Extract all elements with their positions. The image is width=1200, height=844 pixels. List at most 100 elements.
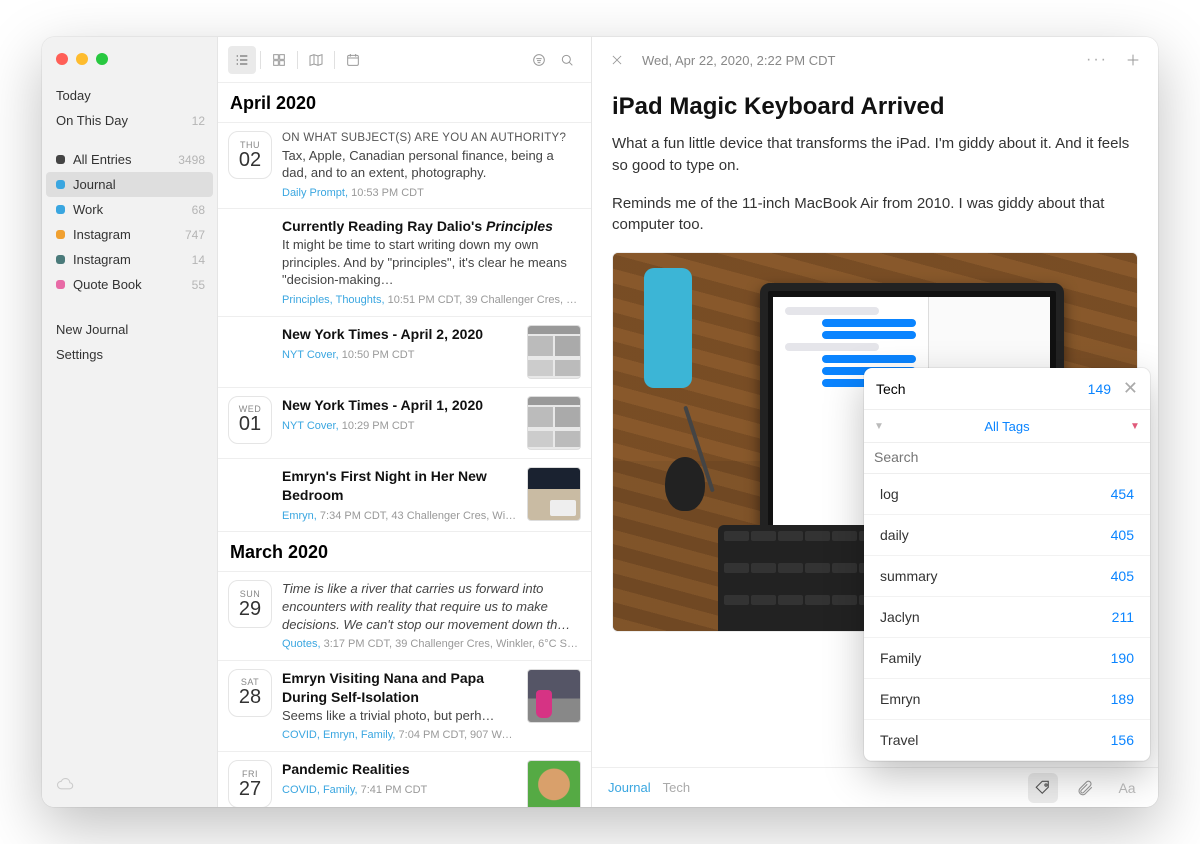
- entry-meta: NYT Cover, 10:50 PM CDT: [282, 348, 517, 363]
- text-style-button[interactable]: Aa: [1112, 773, 1142, 803]
- sidebar-journal-item[interactable]: Instagram747: [42, 222, 217, 247]
- entry-row[interactable]: SAT28Emryn Visiting Nana and Papa During…: [218, 661, 591, 752]
- entry-meta: COVID, Family, 7:41 PM CDT: [282, 783, 517, 798]
- journal-count: 747: [185, 228, 205, 242]
- entry-row[interactable]: Currently Reading Ray Dalio's Principles…: [218, 209, 591, 316]
- view-grid-button[interactable]: [265, 46, 293, 74]
- journal-color-icon: [56, 205, 65, 214]
- entry-preview-text: Seems like a trivial photo, but perh…: [282, 707, 517, 725]
- view-list-button[interactable]: [228, 46, 256, 74]
- entry-preview-text: Time is like a river that carries us for…: [282, 580, 581, 633]
- tag-search: [864, 443, 1150, 474]
- entry-thumbnail: [527, 760, 581, 807]
- search-button[interactable]: [553, 46, 581, 74]
- entry-meta: Quotes, 3:17 PM CDT, 39 Challenger Cres,…: [282, 637, 581, 652]
- popover-tabs: ▼ All Tags ▼: [864, 409, 1150, 443]
- entry-title: New York Times - April 1, 2020: [282, 396, 517, 415]
- entry-thumbnail: [527, 467, 581, 521]
- entry-thumbnail: [527, 669, 581, 723]
- sidebar-journal-item[interactable]: Quote Book55: [42, 272, 217, 297]
- journal-name: Instagram: [73, 252, 131, 267]
- entry-paragraph: Reminds me of the 11-inch MacBook Air fr…: [612, 193, 1138, 237]
- tag-name: Family: [880, 650, 921, 666]
- new-entry-button[interactable]: [1122, 49, 1144, 71]
- tag-name: daily: [880, 527, 909, 543]
- tag-row[interactable]: log454: [864, 474, 1150, 515]
- tag-count: 189: [1111, 691, 1134, 707]
- entry-row[interactable]: Emryn's First Night in Her New BedroomEm…: [218, 459, 591, 533]
- entry-row[interactable]: THU02ON WHAT SUBJECT(S) ARE YOU AN AUTHO…: [218, 123, 591, 209]
- sidebar-journal-item[interactable]: All Entries 3498: [42, 147, 217, 172]
- entry-meta: Principles, Thoughts, 10:51 PM CDT, 39 C…: [282, 293, 581, 308]
- entry-row[interactable]: New York Times - April 2, 2020NYT Cover,…: [218, 317, 591, 388]
- sidebar-journal-item[interactable]: Journal: [46, 172, 213, 197]
- tag-name: Jaclyn: [880, 609, 920, 625]
- entry-date-badge: WED01: [228, 396, 272, 444]
- journal-color-icon: [56, 155, 65, 164]
- sidebar-on-this-day[interactable]: On This Day 12: [42, 108, 217, 133]
- journal-count: 55: [192, 278, 205, 292]
- tag-row[interactable]: daily 405: [864, 515, 1150, 556]
- sidebar-today-label: Today: [56, 88, 91, 103]
- settings-button[interactable]: Settings: [42, 342, 217, 367]
- month-header: March 2020: [218, 532, 591, 572]
- entry-row[interactable]: FRI27Pandemic RealitiesCOVID, Family, 7:…: [218, 752, 591, 807]
- sidebar-on-this-day-label: On This Day: [56, 113, 128, 128]
- close-window-button[interactable]: [56, 53, 68, 65]
- entry-meta: Emryn, 7:34 PM CDT, 43 Challenger Cres, …: [282, 509, 517, 524]
- tag-count: 156: [1111, 732, 1134, 748]
- tag-count: 454: [1111, 486, 1134, 502]
- entry-meta: COVID, Emryn, Family, 7:04 PM CDT, 907 W…: [282, 728, 517, 743]
- new-journal-label: New Journal: [56, 322, 128, 337]
- sync-status-icon: [42, 766, 217, 807]
- entry-footer: Journal Tech Aa: [592, 767, 1158, 807]
- new-journal-button[interactable]: New Journal: [42, 317, 217, 342]
- sidebar-journal-item[interactable]: Instagram14: [42, 247, 217, 272]
- tag-button[interactable]: [1028, 773, 1058, 803]
- tag-row[interactable]: summary405: [864, 556, 1150, 597]
- entry-thumbnail: [527, 396, 581, 450]
- next-tab-arrow-icon[interactable]: ▼: [1120, 421, 1150, 432]
- tag-row[interactable]: Travel156: [864, 720, 1150, 761]
- filter-button[interactable]: [525, 46, 553, 74]
- close-entry-button[interactable]: [606, 49, 628, 71]
- minimize-window-button[interactable]: [76, 53, 88, 65]
- entry-preview-text: Tax, Apple, Canadian personal finance, b…: [282, 147, 581, 182]
- tag-row[interactable]: Emryn189: [864, 679, 1150, 720]
- footer-journal-link[interactable]: Journal: [608, 780, 651, 795]
- entry-list[interactable]: April 2020 THU02ON WHAT SUBJECT(S) ARE Y…: [218, 83, 591, 807]
- journal-name: All Entries: [73, 152, 132, 167]
- view-map-button[interactable]: [302, 46, 330, 74]
- entry-list-pane: April 2020 THU02ON WHAT SUBJECT(S) ARE Y…: [218, 37, 592, 807]
- view-calendar-button[interactable]: [339, 46, 367, 74]
- tag-count: 405: [1111, 527, 1134, 543]
- entry-row[interactable]: SUN29Time is like a river that carries u…: [218, 572, 591, 660]
- entry-meta: NYT Cover, 10:29 PM CDT: [282, 419, 517, 434]
- entry-paragraph: What a fun little device that transforms…: [612, 133, 1138, 177]
- all-tags-tab[interactable]: All Tags: [894, 419, 1120, 434]
- sidebar-today[interactable]: Today: [42, 83, 217, 108]
- tag-row[interactable]: Family190: [864, 638, 1150, 679]
- entry-row[interactable]: WED01 New York Times - April 1, 2020 NYT C…: [218, 388, 591, 459]
- remove-tag-button[interactable]: ✕: [1123, 378, 1138, 398]
- entry-date-badge: SAT28: [228, 669, 272, 717]
- tag-search-input[interactable]: [874, 449, 1140, 465]
- prev-tab-arrow-icon[interactable]: ▼: [864, 421, 894, 432]
- entry-thumbnail: [527, 325, 581, 379]
- footer-tag-label[interactable]: Tech: [663, 780, 690, 795]
- zoom-window-button[interactable]: [96, 53, 108, 65]
- sidebar-journal-item[interactable]: Work68: [42, 197, 217, 222]
- journal-count: 68: [192, 203, 205, 217]
- selected-tag-label: Tech: [876, 381, 906, 397]
- entry-date-badge: FRI27: [228, 760, 272, 807]
- attachment-button[interactable]: [1070, 773, 1100, 803]
- journal-count: 3498: [178, 153, 205, 167]
- tag-name: summary: [880, 568, 938, 584]
- journal-name: Journal: [73, 177, 116, 192]
- tag-row[interactable]: Jaclyn 211: [864, 597, 1150, 638]
- journal-color-icon: [56, 255, 65, 264]
- entry-day-number: 28: [239, 687, 261, 708]
- more-options-button[interactable]: ···: [1086, 49, 1108, 71]
- tag-count: 211: [1112, 609, 1134, 625]
- list-toolbar: [218, 37, 591, 83]
